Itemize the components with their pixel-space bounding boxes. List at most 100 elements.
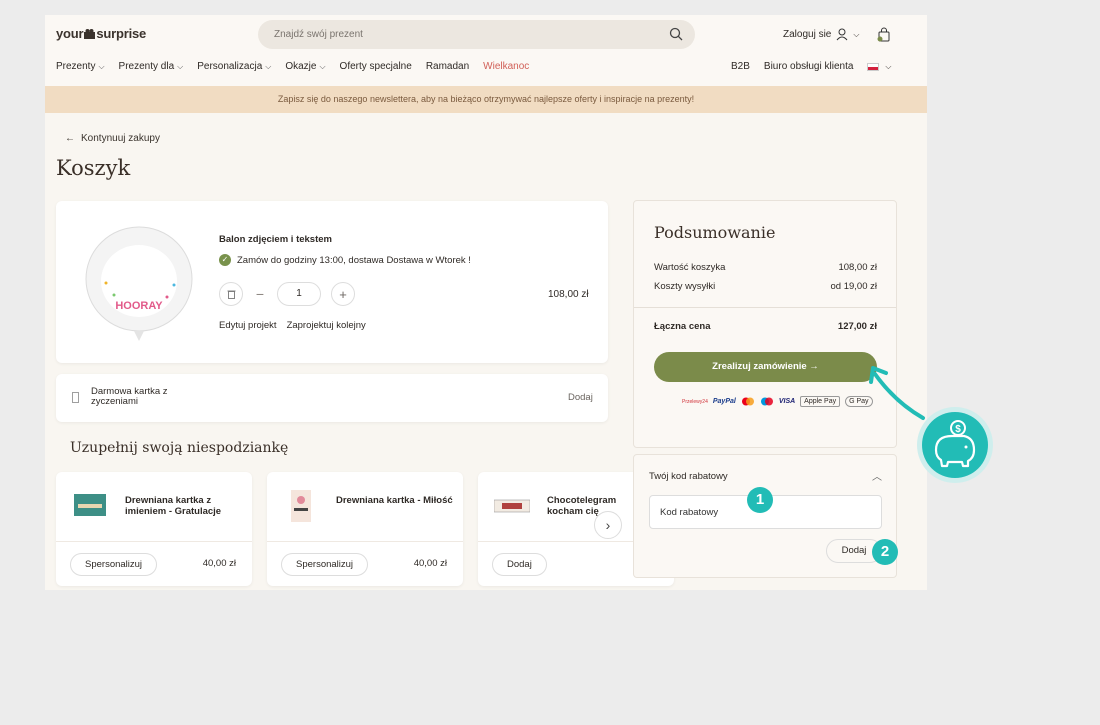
search-icon[interactable]: [669, 27, 683, 41]
user-icon: [836, 28, 848, 41]
chevron-down-icon: ⌵: [265, 61, 272, 71]
discount-title[interactable]: Twój kod rabatowy: [649, 471, 728, 482]
personalize-button[interactable]: Spersonalizuj: [281, 553, 369, 576]
flag-icon: [867, 62, 880, 71]
decrease-button[interactable]: −: [253, 286, 267, 302]
divider: [56, 541, 252, 542]
shipping-value: od 19,00 zł: [830, 281, 877, 292]
upsell-title: Uzupełnij swoją niespodziankę: [70, 440, 289, 456]
delivery-info: ✓ Zamów do godziny 13:00, dostawa Dostaw…: [219, 254, 471, 266]
add-button[interactable]: Dodaj: [492, 553, 547, 576]
svg-text:$: $: [955, 424, 961, 435]
greeting-card-offer: Darmowa kartka z zyczeniami Dodaj: [56, 374, 608, 422]
nav-item-b2b[interactable]: B2B: [731, 61, 750, 72]
gift-icon: [84, 29, 96, 39]
nav-label: Personalizacja: [197, 61, 263, 72]
maestro-icon: [760, 397, 773, 406]
shipping-label: Koszty wysyłki: [654, 281, 716, 292]
logo-text-left: your: [56, 26, 84, 41]
continue-shopping-link[interactable]: ← Kontynuuj zakupy: [65, 133, 160, 144]
chevron-down-icon: ⌵: [98, 61, 105, 71]
total-row: Łączna cena 127,00 zł: [654, 321, 877, 332]
chevron-down-icon: ⌵: [177, 61, 184, 71]
product-title[interactable]: Drewniana kartka z imieniem - Gratulacje: [125, 495, 245, 517]
add-greeting-card-button[interactable]: Dodaj: [568, 392, 593, 403]
shipping-row: Koszty wysyłki od 19,00 zł: [654, 281, 877, 292]
nav-label: Prezenty dla: [118, 61, 175, 72]
nav-item-oferty[interactable]: Oferty specjalne: [340, 61, 412, 72]
nav-item-customer-service[interactable]: Biuro obsługi klienta: [764, 61, 854, 72]
product-name[interactable]: Balon zdjęciem i tekstem: [219, 234, 332, 245]
upsell-product: Drewniana kartka - Miłość Spersonalizuj …: [267, 472, 463, 586]
login-link[interactable]: Zaloguj sie ⌵: [783, 28, 859, 41]
main-nav: Prezenty ⌵ Prezenty dla ⌵ Personalizacja ⌵ …: [56, 61, 529, 72]
nav-item-prezenty-dla[interactable]: Prezenty dla ⌵: [119, 61, 184, 72]
design-another-link[interactable]: Zaprojektuj kolejny: [287, 320, 366, 331]
total-label: Łączna cena: [654, 321, 711, 332]
cart-page: your surprise Zaloguj sie ⌵ Prezenty⌵ Pre…: [45, 15, 927, 590]
search-input[interactable]: [258, 20, 638, 49]
check-icon: ✓: [219, 254, 231, 266]
nav-item-okazje[interactable]: Okazje ⌵: [285, 61, 325, 72]
newsletter-banner[interactable]: Zapisz się do naszego newslettera, aby n…: [45, 86, 927, 113]
page-title: Koszyk: [56, 156, 131, 180]
product-image[interactable]: HOORAY: [84, 225, 194, 343]
product-thumbnail[interactable]: [283, 490, 319, 522]
greeting-card-label: Darmowa kartka z zyczeniami: [91, 386, 168, 407]
chevron-right-icon: ›: [605, 517, 611, 533]
chevron-down-icon: ⌵: [885, 61, 892, 71]
visa-icon: VISA: [778, 398, 796, 405]
nav-item-ramadan[interactable]: Ramadan: [426, 61, 469, 72]
piggy-bank-icon: $: [917, 407, 993, 483]
search-bar[interactable]: [258, 20, 695, 49]
discount-code-panel: Twój kod rabatowy ︿ Dodaj: [633, 454, 897, 578]
increase-button[interactable]: +: [331, 282, 355, 306]
logo-text-right: surprise: [96, 26, 147, 41]
product-price: 40,00 zł: [202, 558, 236, 569]
delete-button[interactable]: [219, 282, 243, 306]
personalize-button[interactable]: Spersonalizuj: [70, 553, 158, 576]
nav-item-prezenty[interactable]: Prezenty ⌵: [56, 61, 105, 72]
step-badge-1: 1: [747, 487, 773, 513]
place-order-button[interactable]: Zrealizuj zamówienie →: [654, 352, 877, 382]
carousel-next-button[interactable]: ›: [594, 511, 622, 539]
card-icon: [72, 392, 79, 403]
nav-item-personalizacja[interactable]: Personalizacja ⌵: [197, 61, 271, 72]
balloon-text: HOORAY: [115, 300, 163, 312]
cart-value: 108,00 zł: [838, 262, 877, 273]
quantity-input[interactable]: 1: [277, 282, 321, 306]
nav-label: Okazje: [285, 61, 317, 72]
payment-methods: Przelewy24 PayPal VISA Apple Pay G Pay: [682, 396, 873, 407]
chevron-up-icon[interactable]: ︿: [872, 468, 882, 483]
cart-value-label: Wartość koszyka: [654, 262, 726, 273]
login-label: Zaloguj sie: [783, 29, 832, 40]
quantity-stepper: − 1 +: [219, 282, 355, 306]
product-thumbnail[interactable]: [494, 490, 530, 522]
product-title[interactable]: Drewniana kartka - Miłość: [336, 495, 456, 506]
apple-pay-icon: Apple Pay: [800, 396, 841, 407]
upsell-product: Drewniana kartka z imieniem - Gratulacje…: [56, 472, 252, 586]
product-thumbnail[interactable]: [72, 490, 108, 522]
cart-value-row: Wartość koszyka 108,00 zł: [654, 262, 877, 273]
paypal-icon: PayPal: [712, 398, 736, 405]
divider: [267, 541, 463, 542]
product-title[interactable]: Chocotelegram kocham cię: [547, 495, 616, 517]
summary-title: Podsumowanie: [654, 223, 776, 242]
przelewy24-icon: Przelewy24: [682, 398, 708, 405]
nav-right: B2B Biuro obsługi klienta ⌵: [731, 61, 891, 72]
step-badge-2: 2: [872, 539, 898, 565]
item-price: 108,00 zł: [548, 289, 589, 300]
site-header: your surprise Zaloguj sie ⌵ Prezenty⌵ Pre…: [45, 15, 927, 86]
cart-bag-icon[interactable]: [877, 27, 891, 42]
total-value: 127,00 zł: [837, 321, 877, 332]
nav-item-wielkanoc[interactable]: Wielkanoc: [483, 61, 529, 72]
chevron-down-icon: ⌵: [853, 29, 860, 39]
back-label: Kontynuuj zakupy: [81, 133, 160, 144]
language-selector[interactable]: ⌵: [867, 62, 891, 72]
divider: [634, 307, 896, 308]
edit-project-link[interactable]: Edytuj projekt: [219, 320, 277, 331]
logo[interactable]: your surprise: [56, 26, 146, 41]
cart-item: HOORAY Balon zdjęciem i tekstem ✓ Zamów …: [56, 201, 608, 363]
item-links: Edytuj projekt Zaprojektuj kolejny: [219, 320, 366, 331]
product-price: 40,00 zł: [413, 558, 447, 569]
